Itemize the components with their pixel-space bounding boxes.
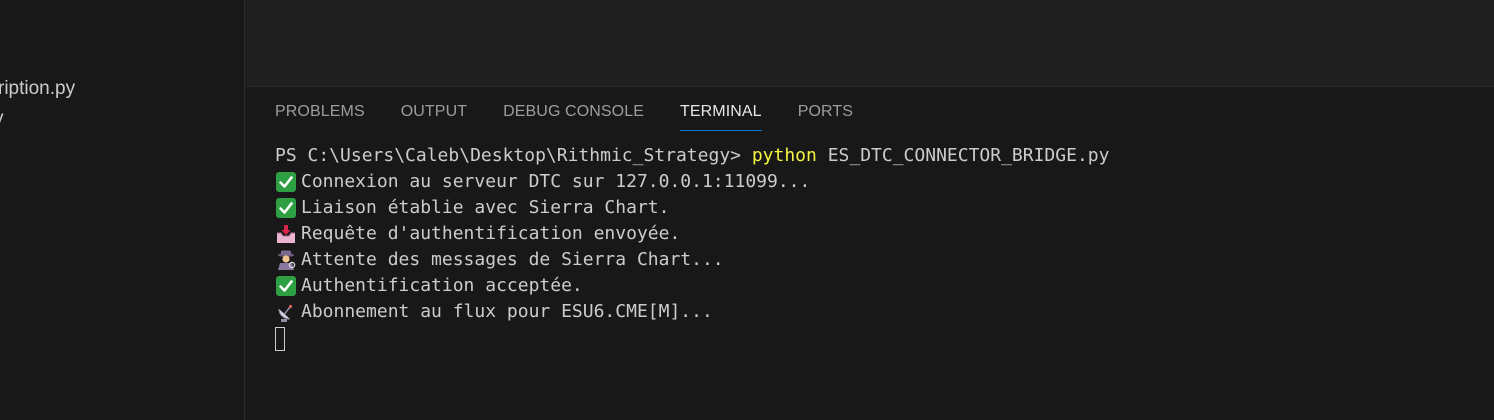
- terminal-output-line: Connexion au serveur DTC sur 127.0.0.1:1…: [275, 169, 1475, 195]
- terminal-line-text: Abonnement au flux pour ESU6.CME[M]...: [301, 301, 713, 322]
- check-mark-icon: [276, 172, 296, 192]
- vscode-window: ription.py y PROBLEMS OUTPUT DEBUG CONSO…: [0, 0, 1494, 420]
- terminal-line-text: Authentification acceptée.: [301, 275, 583, 296]
- terminal-output-line: Requête d'authentification envoyée.: [275, 221, 1475, 247]
- check-mark-icon: [276, 276, 296, 296]
- terminal-line-text: Liaison établie avec Sierra Chart.: [301, 197, 670, 218]
- terminal-line-text: Requête d'authentification envoyée.: [301, 223, 681, 244]
- terminal-output-line: Liaison établie avec Sierra Chart.: [275, 195, 1475, 221]
- editor-area: [245, 0, 1494, 87]
- panel-tabs: PROBLEMS OUTPUT DEBUG CONSOLE TERMINAL P…: [275, 101, 889, 131]
- terminal-line-text: Connexion au serveur DTC sur 127.0.0.1:1…: [301, 171, 811, 192]
- check-mark-icon: [276, 198, 296, 218]
- terminal-output[interactable]: PS C:\Users\Caleb\Desktop\Rithmic_Strate…: [275, 143, 1475, 351]
- sidebar-file-item[interactable]: y: [0, 106, 4, 132]
- terminal-command: python: [751, 145, 817, 166]
- inbox-tray-icon: [277, 225, 295, 243]
- terminal-cursor: [275, 326, 285, 351]
- tab-output[interactable]: OUTPUT: [401, 101, 467, 131]
- terminal-command-line: PS C:\Users\Caleb\Desktop\Rithmic_Strate…: [275, 143, 1475, 169]
- tab-terminal[interactable]: TERMINAL: [679, 101, 762, 131]
- sidebar-file-item[interactable]: ription.py: [0, 76, 75, 102]
- explorer-sidebar: ription.py y: [0, 0, 245, 420]
- terminal-line-text: Attente des messages de Sierra Chart...: [301, 249, 724, 270]
- satellite-antenna-icon: [278, 304, 293, 322]
- terminal-output-line: Attente des messages de Sierra Chart...: [275, 247, 1475, 273]
- terminal-output-line: Authentification acceptée.: [275, 273, 1475, 299]
- tab-debug-console[interactable]: DEBUG CONSOLE: [503, 101, 644, 131]
- detective-icon: [278, 250, 296, 270]
- terminal-args: ES_DTC_CONNECTOR_BRIDGE.py: [816, 145, 1110, 166]
- terminal-input-line[interactable]: [275, 325, 1475, 351]
- sidebar-file-label: ription.py: [0, 78, 76, 99]
- bottom-panel: PROBLEMS OUTPUT DEBUG CONSOLE TERMINAL P…: [245, 87, 1494, 420]
- tab-problems[interactable]: PROBLEMS: [275, 101, 365, 131]
- terminal-output-line: Abonnement au flux pour ESU6.CME[M]...: [275, 299, 1475, 325]
- tab-ports[interactable]: PORTS: [798, 101, 853, 131]
- terminal-prompt: PS C:\Users\Caleb\Desktop\Rithmic_Strate…: [275, 145, 752, 166]
- sidebar-file-label: y: [0, 106, 4, 132]
